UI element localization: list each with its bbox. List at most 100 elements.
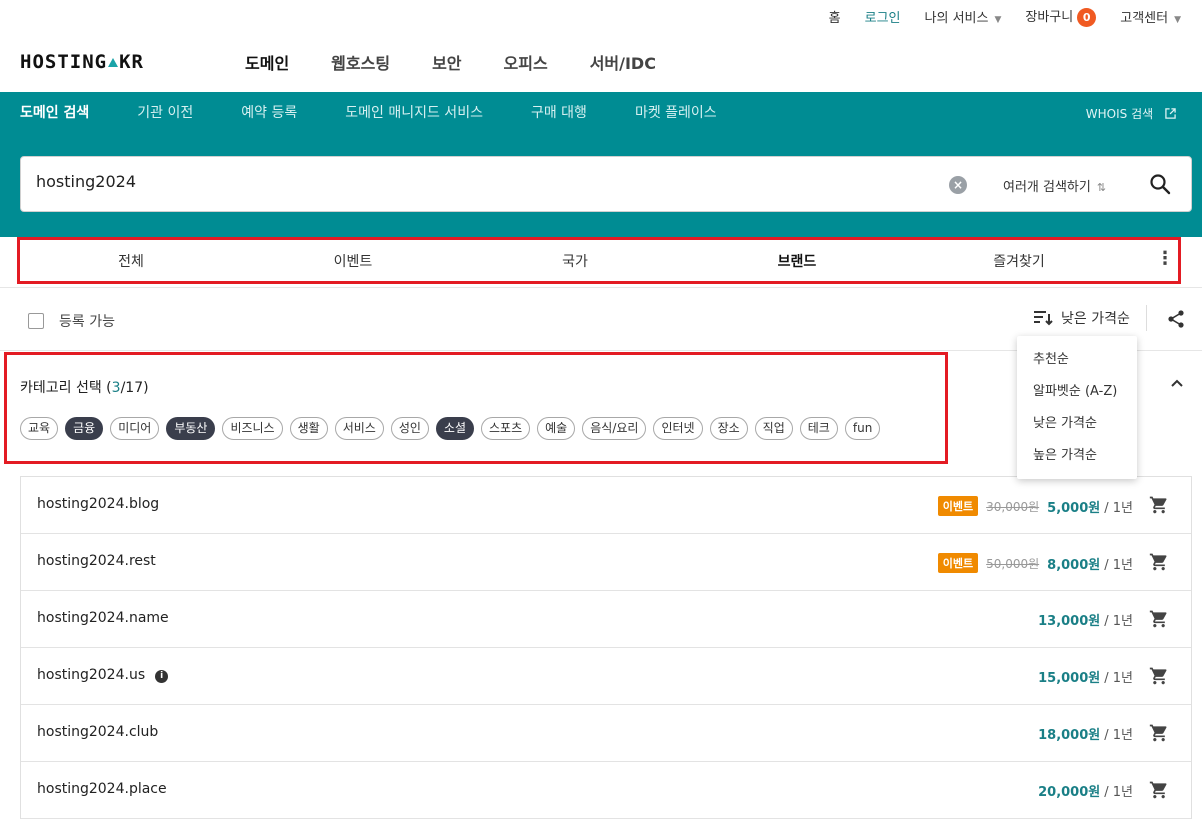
cart-icon[interactable] [1149,666,1169,686]
my-services-label: 나의 서비스 [924,10,989,26]
chevron-up-icon[interactable] [1170,376,1184,390]
cart-icon[interactable] [1149,723,1169,743]
price-info: 13,000원 / 1년 [1038,610,1133,629]
subnav-reservation[interactable]: 예약 등록 [241,102,297,122]
cart-icon[interactable] [1149,495,1169,515]
utility-nav: 홈 로그인 나의 서비스 ▼ 장바구니 0 고객센터 ▼ [829,0,1202,32]
search-icon[interactable] [1149,173,1171,195]
period: / 1년 [1104,500,1133,516]
logo-triangle-icon [108,58,119,67]
nav-server-idc[interactable]: 서버/IDC [590,50,656,74]
logo-text: HOSTING [20,51,108,73]
table-row: hosting2024.club 18,000원 / 1년 [21,705,1191,762]
support-label: 고객센터 [1120,10,1169,26]
category-chip[interactable]: 테크 [799,417,838,440]
whois-link[interactable]: WHOIS 검색 [1086,105,1176,122]
share-icon[interactable] [1166,309,1186,329]
price: 13,000원 [1038,614,1101,629]
period: / 1년 [1104,728,1133,743]
nav-webhosting[interactable]: 웹호스팅 [331,50,390,74]
category-chip[interactable]: 비즈니스 [222,417,283,440]
multi-search-button[interactable]: 여러개 검색하기 ⇅ [1003,176,1106,195]
sort-arrows-icon: ⇅ [1096,181,1107,194]
cart-icon[interactable] [1149,552,1169,572]
domain-name: hosting2024.place [37,781,167,797]
cart-icon[interactable] [1149,780,1169,800]
subnav-marketplace[interactable]: 마켓 플레이스 [635,102,717,122]
category-selector: 카테고리 선택 (3/17) 교육 금융 미디어 부동산 비즈니스 생활 서비스… [4,352,948,464]
category-total-count: /17) [120,380,149,396]
period: / 1년 [1104,614,1133,629]
category-chip[interactable]: 소셜 [435,417,475,440]
nav-security[interactable]: 보안 [432,50,461,74]
main-nav: 도메인 웹호스팅 보안 오피스 서버/IDC [224,32,677,92]
tab-favorites[interactable]: 즐겨찾기 [908,251,1130,271]
tab-country[interactable]: 국가 [464,251,686,271]
period: / 1년 [1104,557,1133,573]
cart-icon[interactable] [1149,609,1169,629]
sort-button[interactable]: 낮은 가격순 [1033,308,1130,328]
support-menu[interactable]: 고객센터 ▼ [1120,7,1181,26]
price: 8,000원 [1047,557,1101,573]
domain-name: hosting2024.rest [37,553,156,569]
subnav-managed-service[interactable]: 도메인 매니지드 서비스 [345,102,483,122]
available-checkbox[interactable] [28,313,44,329]
category-chip[interactable]: 서비스 [334,417,384,440]
category-chip[interactable]: 성인 [390,417,429,440]
my-services-menu[interactable]: 나의 서비스 ▼ [925,7,1002,26]
sort-option-low-price[interactable]: 낮은 가격순 [1017,408,1137,440]
cart-link[interactable]: 장바구니 0 [1025,6,1097,27]
category-chip[interactable]: 부동산 [166,417,216,440]
whois-label: WHOIS 검색 [1085,107,1154,121]
nav-office[interactable]: 오피스 [504,50,548,74]
logo[interactable]: HOSTING KR [20,51,144,73]
tab-brand[interactable]: 브랜드 [686,251,908,271]
divider [0,287,1202,288]
sort-option-high-price[interactable]: 높은 가격순 [1017,440,1137,472]
sort-option-recommended[interactable]: 추천순 [1017,344,1137,376]
original-price: 30,000원 [986,499,1040,514]
category-chip[interactable]: 금융 [65,417,104,440]
category-chip[interactable]: 음식/요리 [582,417,647,440]
domain-name: hosting2024.club [37,724,159,740]
domain-search-input[interactable] [36,172,836,191]
price-info: 이벤트 30,000원 5,000원 / 1년 [937,496,1133,516]
category-chip[interactable]: 생활 [289,417,328,440]
tab-all[interactable]: 전체 [20,251,242,271]
period: / 1년 [1104,785,1133,800]
category-title-text: 카테고리 선택 ( [20,380,112,396]
price: 5,000원 [1047,500,1101,516]
category-chip[interactable]: 인터넷 [653,417,703,440]
domain-results-list: hosting2024.blog 이벤트 30,000원 5,000원 / 1년… [20,476,1192,819]
nav-domain[interactable]: 도메인 [245,50,289,74]
price-info: 18,000원 / 1년 [1038,724,1133,743]
home-link[interactable]: 홈 [829,7,841,26]
table-row: hosting2024.place 20,000원 / 1년 [21,762,1191,819]
category-chip[interactable]: 스포츠 [481,417,531,440]
category-selected-count: 3 [111,380,121,396]
price-info: 이벤트 50,000원 8,000원 / 1년 [937,553,1133,573]
header: HOSTING KR 도메인 웹호스팅 보안 오피스 서버/IDC [0,32,1202,92]
category-chip[interactable]: 교육 [20,417,59,440]
category-chip[interactable]: fun [844,417,881,440]
available-filter[interactable]: 등록 가능 [28,311,115,331]
category-chip[interactable]: 직업 [754,417,793,440]
more-vert-icon[interactable]: ⋮ [1156,248,1174,269]
category-chip[interactable]: 예술 [537,417,576,440]
domain-name: hosting2024.name [37,610,169,626]
sort-option-alphabetical[interactable]: 알파벳순 (A-Z) [1017,376,1137,408]
subnav-domain-search[interactable]: 도메인 검색 [20,102,89,122]
subnav-transfer[interactable]: 기관 이전 [137,102,193,122]
login-link[interactable]: 로그인 [865,7,901,26]
available-label: 등록 가능 [59,314,115,330]
subnav-purchase-agent[interactable]: 구매 대행 [531,102,587,122]
category-chip[interactable]: 장소 [709,417,748,440]
external-link-icon [1165,108,1176,119]
clear-icon[interactable]: × [949,176,967,194]
info-icon[interactable]: i [155,670,169,683]
domain-name-wrap: hosting2024.us i [37,667,169,683]
tab-event[interactable]: 이벤트 [242,251,464,271]
category-chips: 교육 금융 미디어 부동산 비즈니스 생활 서비스 성인 소셜 스포츠 예술 음… [20,417,887,440]
category-chip[interactable]: 미디어 [110,417,160,440]
search-box: × 여러개 검색하기 ⇅ [20,156,1192,212]
